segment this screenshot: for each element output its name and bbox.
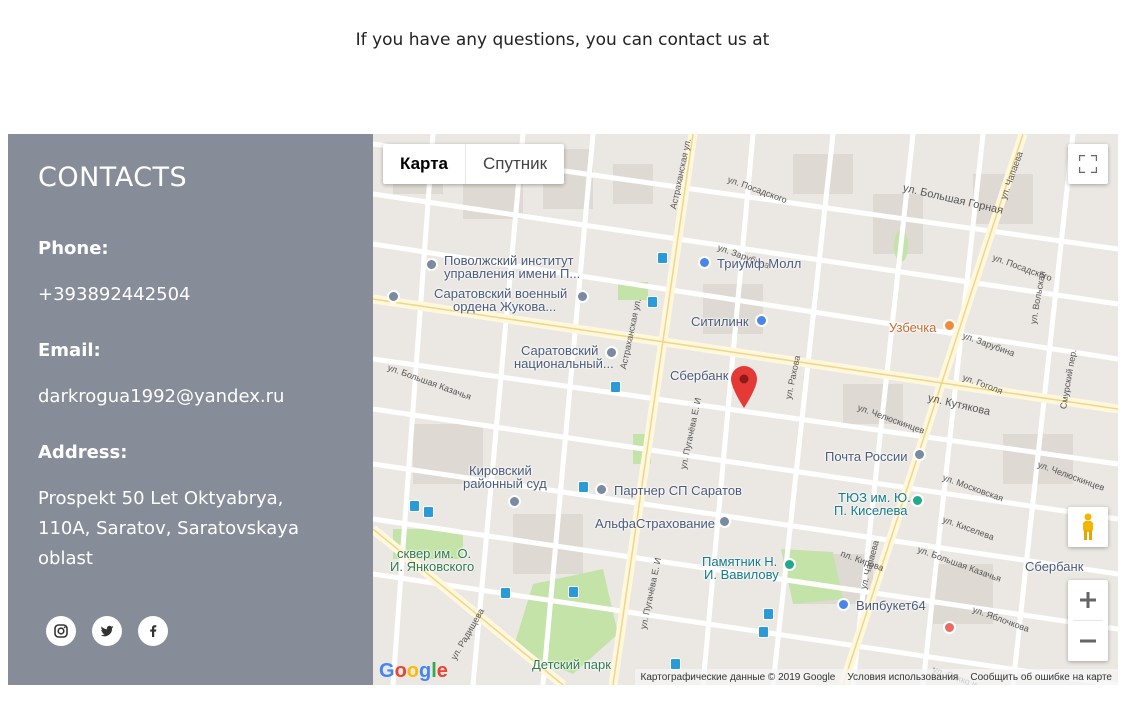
phone-value[interactable]: +393892442504 [38,280,338,310]
poi-marker-icon[interactable] [943,319,956,332]
fullscreen-button[interactable] [1068,144,1108,184]
transit-stop-icon [763,608,774,620]
poi-marker-icon[interactable] [698,256,711,269]
transit-stop-icon [578,481,589,493]
contacts-panel: CONTACTS Phone: +393892442504 Email: dar… [8,134,373,685]
transit-stop-icon [423,506,434,518]
minus-icon [1080,639,1096,643]
transit-stop-icon [409,500,420,512]
poi-marker-icon[interactable] [783,558,796,571]
poi-label[interactable]: И. Янковского [390,560,474,573]
poi-marker-icon[interactable] [755,314,768,327]
map-data-text: Картографические данные © 2019 Google [640,671,836,683]
poi-label[interactable]: АльфаСтрахование [595,517,715,530]
poi-label[interactable]: ордена Жукова... [453,300,556,313]
zoom-control [1068,580,1108,661]
poi-marker-icon[interactable] [911,494,924,507]
zoom-in-button[interactable] [1068,580,1108,620]
contacts-title: CONTACTS [38,162,188,193]
poi-label[interactable]: Детский парк [532,658,611,671]
poi-label[interactable]: Триумф Молл [717,257,801,270]
transit-stop-icon [500,587,511,599]
terms-link[interactable]: Условия использования [841,672,964,683]
poi-label[interactable]: П. Киселева [834,504,908,517]
phone-label: Phone: [38,238,109,259]
report-error-link[interactable]: Сообщить об ошибке на карте [964,672,1118,683]
plus-icon [1080,592,1096,608]
address-value: Prospekt 50 Let Oktyabrya, 110A, Saratov… [38,488,299,569]
transit-stop-icon [647,296,658,308]
poi-marker-icon[interactable] [943,621,956,634]
poi-marker-icon[interactable] [576,290,589,303]
poi-label[interactable]: Почта России [825,450,908,463]
pegman-icon [1083,513,1093,540]
poi-marker-icon[interactable] [425,258,438,271]
poi-label[interactable]: Сбербанк [670,369,728,382]
twitter-button[interactable] [92,616,122,646]
transit-stop-icon [610,381,621,393]
transit-stop-icon [657,252,668,264]
location-pin-icon[interactable] [731,366,757,408]
poi-label[interactable]: Ситилинк [691,315,749,328]
poi-label[interactable]: Узбечка [889,321,936,334]
instagram-button[interactable] [46,616,76,646]
poi-label[interactable]: национальный... [514,357,614,370]
poi-marker-icon[interactable] [508,495,521,508]
poi-label[interactable]: управления имени П... [444,267,580,280]
twitter-icon [100,625,114,637]
poi-label[interactable]: Партнер СП Саратов [614,484,742,497]
address-label: Address: [38,442,128,463]
poi-label[interactable]: Випбукет64 [856,599,926,612]
poi-marker-icon[interactable] [837,598,850,611]
instagram-icon [54,624,68,638]
map-type-satellite-button[interactable]: Спутник [466,144,564,184]
poi-marker-icon[interactable] [913,448,926,461]
map-tiles [373,134,1118,685]
google-map[interactable]: ул. Большая Горная ул. Чапаева ул. Посад… [373,134,1118,685]
poi-marker-icon[interactable] [718,515,731,528]
email-value[interactable]: darkrogua1992@yandex.ru [38,382,338,412]
zoom-out-button[interactable] [1068,621,1108,661]
google-logo[interactable]: Google [379,660,448,683]
poi-label[interactable]: районный суд [463,477,547,490]
facebook-icon [150,625,157,637]
facebook-button[interactable] [138,616,168,646]
poi-label[interactable]: Сбербанк [1025,560,1083,573]
poi-marker-icon[interactable] [387,290,400,303]
map-type-control: Карта Спутник [383,144,565,184]
map-attribution: Картографические данные © 2019 Google Ус… [634,669,1118,685]
transit-stop-icon [758,626,769,638]
poi-label[interactable]: И. Вавилову [704,568,779,581]
map-type-map-button[interactable]: Карта [383,144,466,184]
poi-marker-icon[interactable] [595,483,608,496]
transit-stop-icon [568,586,579,598]
email-label: Email: [38,340,101,361]
fullscreen-icon [1079,155,1097,173]
street-view-button[interactable] [1068,507,1108,547]
intro-text: If you have any questions, you can conta… [355,30,770,50]
